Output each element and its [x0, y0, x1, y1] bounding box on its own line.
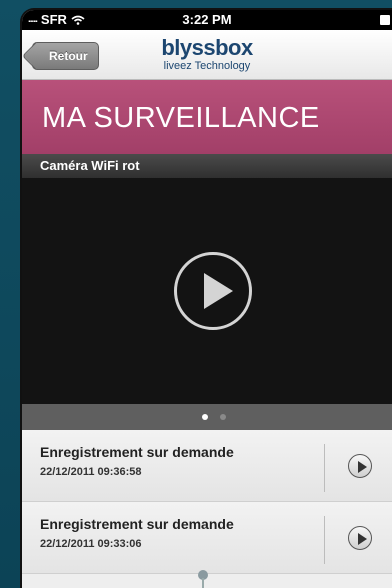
recordings-list: Enregistrement sur demande 22/12/2011 09… — [22, 430, 392, 574]
page-title: MA SURVEILLANCE — [42, 102, 320, 134]
recording-title: Enregistrement sur demande — [40, 516, 234, 532]
nav-bar: Retour blyssbox liveez Technology — [22, 30, 392, 80]
app-screen: ..... SFR 3:22 PM Retour blyssbox liveez… — [22, 10, 392, 588]
pointer-stem — [202, 578, 204, 588]
play-icon — [358, 461, 367, 473]
recording-datetime: 22/12/2011 09:33:06 — [40, 538, 142, 550]
divider — [324, 444, 325, 492]
page-dot-active — [202, 414, 208, 420]
play-button[interactable] — [174, 252, 252, 330]
recording-datetime: 22/12/2011 09:36:58 — [40, 466, 142, 478]
status-time: 3:22 PM — [182, 12, 232, 27]
phone-frame: ..... SFR 3:22 PM Retour blyssbox liveez… — [20, 8, 392, 588]
battery-icon — [380, 15, 390, 25]
list-item[interactable]: Enregistrement sur demande 22/12/2011 09… — [22, 502, 392, 574]
play-recording-button[interactable] — [348, 454, 372, 478]
divider — [324, 516, 325, 564]
list-item[interactable]: Enregistrement sur demande 22/12/2011 09… — [22, 430, 392, 502]
play-icon — [358, 533, 367, 545]
play-recording-button[interactable] — [348, 526, 372, 550]
page-dot — [220, 414, 226, 420]
video-view[interactable] — [22, 178, 392, 404]
recording-title: Enregistrement sur demande — [40, 444, 234, 460]
page-indicator[interactable] — [22, 404, 392, 430]
status-bar: ..... SFR 3:22 PM — [22, 10, 392, 30]
camera-name: Caméra WiFi rot — [22, 154, 392, 178]
page-title-band: MA SURVEILLANCE — [22, 80, 392, 154]
back-button-label: Retour — [49, 49, 88, 63]
play-icon — [204, 273, 233, 309]
